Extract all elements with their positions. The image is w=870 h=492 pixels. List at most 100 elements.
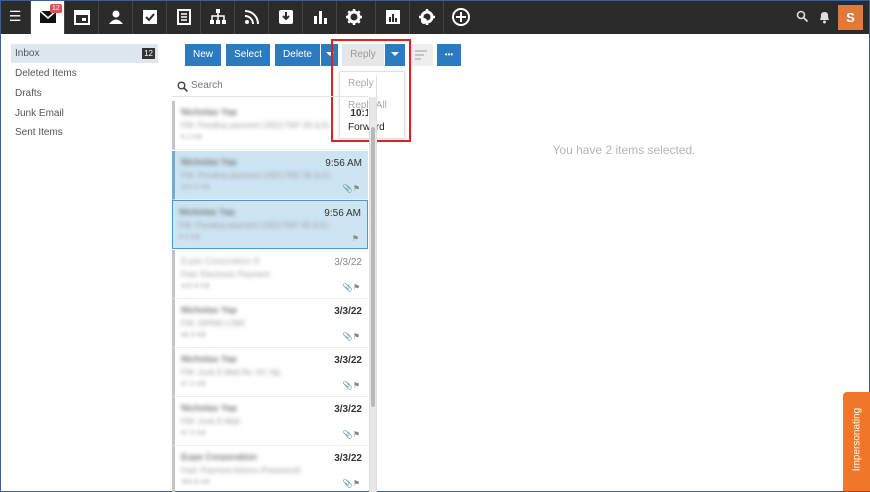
server-chart-icon [386,10,400,24]
selection-message: You have 2 items selected. [552,143,696,157]
reports-nav-button[interactable] [302,1,336,34]
list-item[interactable]: Nicholas Yap FW: Junk E-Mail 67.0 KB 3/3… [172,397,368,446]
menu-icon[interactable]: ☰ [5,7,25,27]
message-sender: Nicholas Yap [181,107,237,116]
tasks-icon [143,10,157,24]
settings-nav-button[interactable] [336,1,370,34]
server-reports-nav-button[interactable] [375,1,409,34]
delete-button[interactable]: Delete [275,44,320,66]
search-icon[interactable] [796,10,809,23]
folder-sent-items[interactable]: Sent Items [11,123,158,142]
attachment-flag-icons: 📎⚑ [342,430,360,439]
message-sender: Nicholas Yap [181,354,237,363]
search-placeholder: Search [191,80,223,91]
message-sender: Eupe Corporation Bhd [181,452,259,461]
gear-globe-icon [419,9,435,25]
folder-label: Deleted Items [15,68,77,79]
scrollbar-thumb[interactable] [371,127,375,407]
calendar-icon [74,10,90,25]
message-time: 3/3/22 [334,404,362,415]
calendar-nav-button[interactable] [64,1,98,34]
folder-label: Inbox [15,48,40,59]
message-time: 9:56 AM [324,208,361,219]
message-subject: Fwd: Electronic Payment [181,270,270,278]
gear-icon [346,9,362,25]
folder-label: Sent Items [15,127,63,138]
flag-icon[interactable]: ⚑ [352,234,359,243]
list-scrollbar[interactable] [369,97,376,492]
message-time: 9:56 AM [325,158,362,169]
message-size: 420.6 KB [181,283,210,290]
top-nav-bar: ☰ 12 S [1,1,869,34]
attachment-flag-icons: 📎⚑ [342,479,360,488]
folder-junk-email[interactable]: Junk Email [11,104,158,123]
list-item[interactable]: Nicholas Yap FW: Pending payment USD1758… [172,200,368,249]
select-button[interactable]: Select [226,44,270,66]
new-button[interactable]: New [185,44,221,66]
message-time: 3/3/22 [334,355,362,366]
sitemap-icon [210,9,226,24]
message-sender: Nicholas Yap [181,305,237,314]
download-box-icon [279,10,293,24]
message-sender: Eupe Corporation Bhd [181,256,259,265]
folder-deleted-items[interactable]: Deleted Items [11,64,158,83]
download-nav-button[interactable] [268,1,302,34]
message-subject: FW: [SPAM LOW] [181,319,245,327]
message-size: 67.0 KB [181,381,206,388]
impersonating-label: Impersonating [851,407,863,472]
message-time: 3/3/22 [334,257,362,268]
list-item[interactable]: Nicholas Yap FW: Pending payment USD1758… [172,101,368,150]
message-time: 10:15 [350,108,368,119]
rss-icon [244,10,259,25]
folder-label: Junk Email [15,108,64,119]
message-subject: FW: Junk E-Mail [181,417,240,425]
contacts-nav-button[interactable] [98,1,132,34]
tasks-nav-button[interactable] [132,1,166,34]
attachment-flag-icons: 📎⚑ [342,381,360,390]
unread-count-badge: 12 [142,48,155,59]
sitemap-nav-button[interactable] [200,1,234,34]
list-item[interactable]: Eupe Corporation Bhd Fwd: Payment Advice… [172,446,368,492]
rss-nav-button[interactable] [234,1,268,34]
search-icon [177,81,188,92]
message-sender: Nicholas Yap [181,403,237,412]
folder-sidebar: Inbox 12 Deleted Items Drafts Junk Email… [1,35,166,491]
list-item[interactable]: Nicholas Yap FW: Junk E-Mail Re: KC Ng 6… [172,348,368,397]
avatar[interactable]: S [838,5,863,30]
bar-chart-icon [314,11,327,24]
search-input[interactable]: Search [172,75,368,97]
message-time: 3/3/22 [334,453,362,464]
message-sender: Nicholas Yap [181,157,237,166]
list-item[interactable]: Eupe Corporation Bhd Fwd: Electronic Pay… [172,250,368,299]
message-subject: Fwd: Payment Advice (Password) [181,466,301,474]
sort-button[interactable] [409,44,433,66]
sort-icon [415,50,427,60]
add-nav-button[interactable] [443,1,477,34]
list-item[interactable]: Nicholas Yap FW: [SPAM LOW] 66.3 KB 3/3/… [172,299,368,348]
bell-icon[interactable] [818,10,831,24]
folder-inbox[interactable]: Inbox 12 [11,44,158,63]
impersonating-tab[interactable]: Impersonating [843,392,870,491]
message-subject: FW: Pending payment USD17587.65 & Eur10 [181,121,331,129]
more-actions-button[interactable]: ••• [437,44,461,66]
folder-drafts[interactable]: Drafts [11,84,158,103]
list-item[interactable]: Nicholas Yap FW: Pending payment USD1758… [172,151,368,200]
message-size: 4.6 KB [179,234,201,241]
attachment-flag-icons: 📎⚑ [342,283,360,292]
plus-circle-icon [452,8,470,26]
admin-settings-nav-button[interactable] [409,1,443,34]
message-size: 66.3 KB [181,332,206,339]
pane-divider[interactable] [376,75,377,492]
notes-icon [177,9,191,25]
message-time: 3/3/22 [334,306,362,317]
mail-nav-button[interactable]: 12 [30,1,64,34]
message-list: Nicholas Yap FW: Pending payment USD1758… [172,101,368,492]
message-size: 67.0 KB [181,430,206,437]
mail-count-badge: 12 [50,4,62,13]
notes-nav-button[interactable] [166,1,200,34]
message-subject: FW: Junk E-Mail Re: KC Ng [181,368,280,376]
folder-label: Drafts [15,88,42,99]
message-size: 6.2 KB [181,134,203,141]
message-subject: FW: Pending payment USD17587.65 & Eur10 [181,171,331,179]
attachment-flag-icons: 📎⚑ [342,332,360,341]
